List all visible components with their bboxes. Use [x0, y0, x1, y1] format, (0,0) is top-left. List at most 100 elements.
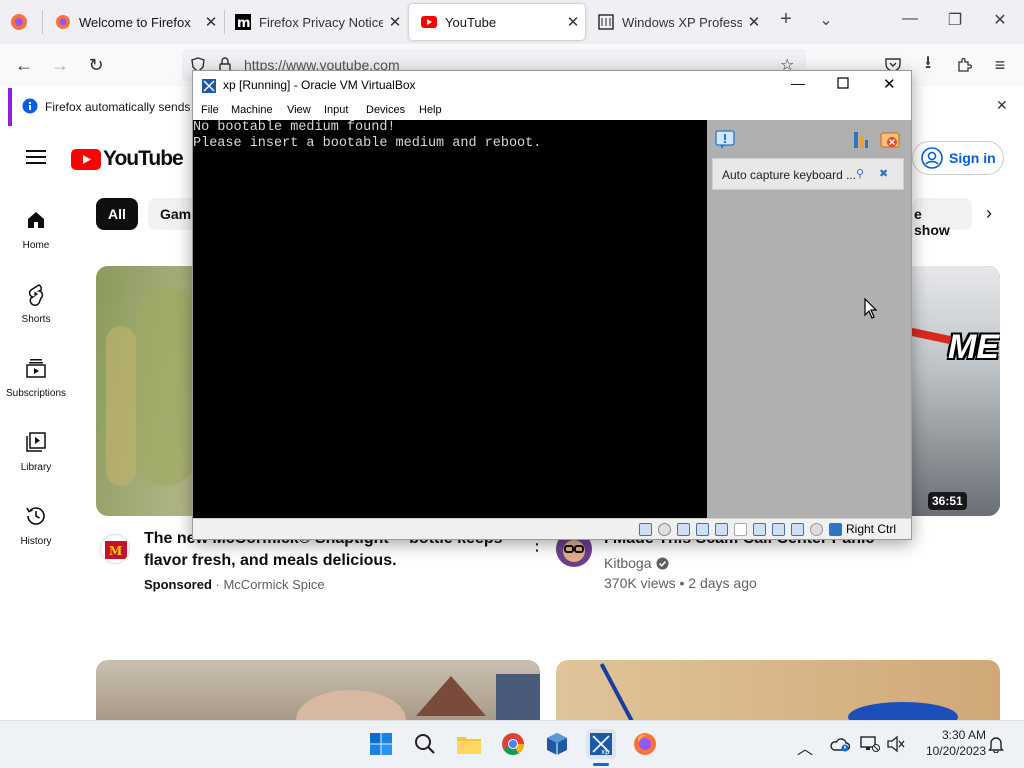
- audio-icon[interactable]: [677, 523, 690, 536]
- video-capture-icon[interactable]: [772, 523, 785, 536]
- close-tab-icon[interactable]: ✕: [199, 13, 223, 31]
- notifications-bell-icon[interactable]: [988, 735, 1004, 753]
- keyboard-capture-icon[interactable]: [829, 523, 842, 536]
- library-icon: [24, 430, 48, 454]
- volume-muted-icon[interactable]: [887, 735, 905, 753]
- onedrive-icon[interactable]: [830, 736, 850, 752]
- menu-machine[interactable]: Machine: [231, 104, 273, 116]
- tab-youtube[interactable]: YouTube ✕: [409, 4, 585, 40]
- video-thumbnail[interactable]: [96, 660, 540, 720]
- chip-all[interactable]: All: [96, 198, 138, 230]
- channel-name[interactable]: Kitboga: [604, 555, 651, 571]
- show-hidden-icons-chevron-icon[interactable]: ︿: [797, 735, 813, 759]
- chip-game-shows[interactable]: e show: [912, 198, 972, 238]
- app-menu-icon[interactable]: ≡: [989, 54, 1011, 76]
- downloads-icon[interactable]: ⭳: [917, 52, 939, 76]
- tab-title: Welcome to Firefox: [79, 14, 191, 30]
- sort-notifications-icon[interactable]: [853, 131, 869, 149]
- vm-console-line: No bootable medium found!: [193, 120, 396, 135]
- hard-disk-icon[interactable]: [639, 523, 652, 536]
- video-thumbnail[interactable]: [556, 660, 1000, 720]
- notification-bubble-icon[interactable]: [715, 130, 735, 150]
- sidebar-item-shorts[interactable]: Shorts: [0, 282, 72, 325]
- sidebar-item-history[interactable]: History: [0, 504, 72, 547]
- menu-help[interactable]: Help: [419, 104, 442, 116]
- close-window-button[interactable]: ✕: [980, 10, 1020, 30]
- mozilla-favicon-icon: m: [235, 14, 251, 30]
- auto-capture-keyboard-notice[interactable]: Auto capture keyboard ... ⚲ ✖: [712, 158, 904, 190]
- shorts-icon: [24, 282, 48, 306]
- channel-name[interactable]: · McCormick Spice: [216, 577, 325, 592]
- virtualbox-window: xp [Running] - Oracle VM VirtualBox — ✕ …: [192, 70, 912, 540]
- back-button[interactable]: ←: [13, 54, 35, 76]
- home-icon: [24, 208, 48, 232]
- vm-display[interactable]: No bootable medium found! Please insert …: [193, 120, 707, 518]
- minimize-window-button[interactable]: —: [890, 10, 930, 28]
- tab-privacy-notice[interactable]: m Firefox Privacy Notice — ✕: [223, 0, 407, 44]
- menu-view[interactable]: View: [287, 104, 311, 116]
- network-status-icon[interactable]: [860, 735, 880, 753]
- vbox-close-button[interactable]: ✕: [883, 75, 896, 93]
- firefox-menu-icon[interactable]: [10, 13, 28, 31]
- subscriptions-icon: [24, 356, 48, 380]
- clock-time: 3:30 AM: [941, 728, 986, 742]
- network-icon[interactable]: [696, 523, 709, 536]
- mouse-integration-icon[interactable]: [810, 523, 823, 536]
- channel-avatar[interactable]: M: [100, 534, 130, 564]
- virtualbox-vm-taskbar-icon[interactable]: xp: [586, 729, 616, 759]
- virtualbox-taskbar-icon[interactable]: [542, 729, 572, 759]
- menu-devices[interactable]: Devices: [366, 104, 405, 116]
- verified-check-icon: [656, 557, 669, 570]
- file-explorer-icon[interactable]: [454, 729, 484, 759]
- tab-title: YouTube: [445, 14, 497, 30]
- close-notification-icon[interactable]: ✕: [996, 97, 1008, 114]
- chips-next-arrow-icon[interactable]: ›: [986, 203, 992, 224]
- wikipedia-favicon-icon: [598, 14, 614, 30]
- tab-windows-xp[interactable]: Windows XP Professio ✕: [586, 0, 766, 44]
- clock-date: 10/20/2023: [925, 744, 986, 758]
- menu-file[interactable]: File: [201, 104, 219, 116]
- youtube-logo-text: YouTube: [103, 147, 184, 170]
- usb-icon[interactable]: [715, 523, 728, 536]
- menu-input[interactable]: Input: [324, 104, 348, 116]
- system-clock[interactable]: 3:30 AM 10/20/2023: [912, 727, 986, 759]
- list-all-tabs-icon[interactable]: ⌄: [806, 10, 846, 30]
- vbox-minimize-button[interactable]: —: [791, 75, 805, 91]
- vbox-maximize-button[interactable]: [837, 77, 849, 89]
- close-tab-icon[interactable]: ✕: [742, 13, 766, 31]
- sidebar-item-label: History: [20, 536, 52, 547]
- start-button-icon[interactable]: [366, 729, 396, 759]
- sign-in-button[interactable]: Sign in: [912, 141, 1004, 175]
- sidebar-item-home[interactable]: Home: [0, 208, 72, 251]
- chrome-icon[interactable]: [498, 729, 528, 759]
- vbox-menu-bar: File Machine View Input Devices Help: [193, 101, 911, 120]
- display-icon[interactable]: [753, 523, 766, 536]
- virtualization-icon[interactable]: [791, 523, 804, 536]
- dismiss-all-icon[interactable]: [880, 130, 900, 150]
- firefox-taskbar-icon[interactable]: [630, 729, 660, 759]
- close-tab-icon[interactable]: ✕: [383, 13, 407, 31]
- sidebar-item-label: Library: [20, 462, 52, 473]
- forward-button[interactable]: →: [49, 54, 71, 76]
- search-icon[interactable]: [410, 729, 440, 759]
- optical-drive-icon[interactable]: [658, 523, 671, 536]
- new-tab-button[interactable]: +: [766, 8, 806, 31]
- extensions-icon[interactable]: [953, 54, 975, 76]
- sidebar-item-library[interactable]: Library: [0, 430, 72, 473]
- restore-window-button[interactable]: ❐: [935, 10, 975, 30]
- video-duration: 36:51: [928, 492, 967, 510]
- close-notice-icon[interactable]: ✖: [879, 167, 888, 180]
- virtualbox-app-icon: [201, 78, 217, 94]
- shared-folders-icon[interactable]: [734, 523, 747, 536]
- sidebar-item-subscriptions[interactable]: Subscriptions: [0, 356, 72, 399]
- vbox-title-bar[interactable]: xp [Running] - Oracle VM VirtualBox — ✕: [193, 71, 911, 101]
- guide-menu-icon[interactable]: [26, 149, 46, 165]
- tab-welcome[interactable]: Welcome to Firefox ✕: [43, 0, 223, 44]
- video-title-line[interactable]: flavor fresh, and meals delicious.: [144, 550, 397, 572]
- youtube-logo[interactable]: YouTube: [71, 147, 184, 171]
- pin-notice-icon[interactable]: ⚲: [856, 167, 864, 180]
- svg-text:xp: xp: [601, 748, 610, 756]
- sponsored-badge: Sponsored: [144, 577, 212, 592]
- reload-button[interactable]: ↻: [85, 54, 107, 76]
- close-tab-icon[interactable]: ✕: [561, 13, 585, 31]
